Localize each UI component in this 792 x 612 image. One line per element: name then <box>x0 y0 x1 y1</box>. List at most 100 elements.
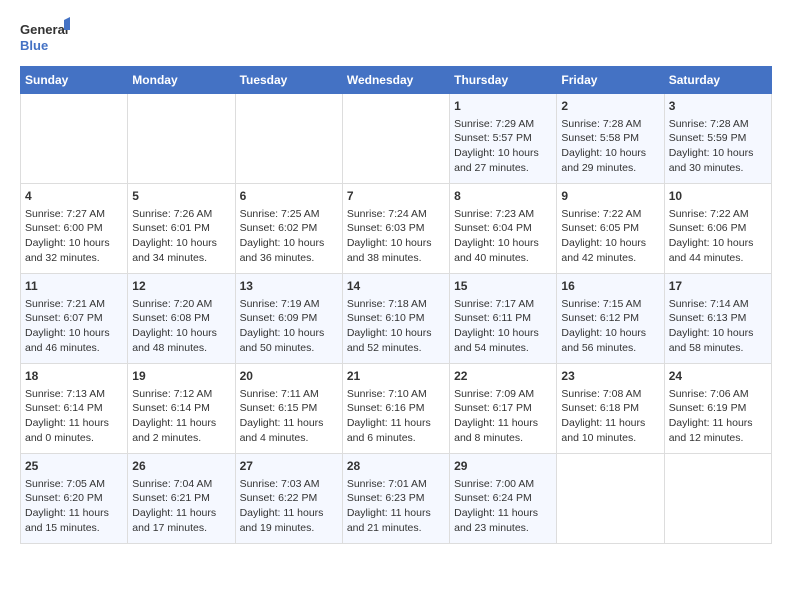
calendar-cell: 26 Sunrise: 7:04 AM Sunset: 6:21 PM Dayli… <box>128 454 235 544</box>
day-number: 29 <box>454 458 552 475</box>
day-info: Sunrise: 7:03 AM Sunset: 6:22 PM Dayligh… <box>240 477 338 536</box>
day-number: 26 <box>132 458 230 475</box>
day-number: 23 <box>561 368 659 385</box>
calendar-week-2: 4 Sunrise: 7:27 AM Sunset: 6:00 PM Daylig… <box>21 184 772 274</box>
day-info: Sunrise: 7:25 AM Sunset: 6:02 PM Dayligh… <box>240 207 338 266</box>
calendar-cell: 4 Sunrise: 7:27 AM Sunset: 6:00 PM Daylig… <box>21 184 128 274</box>
col-header-thursday: Thursday <box>450 67 557 94</box>
day-number: 1 <box>454 98 552 115</box>
day-info: Sunrise: 7:05 AM Sunset: 6:20 PM Dayligh… <box>25 477 123 536</box>
calendar-week-4: 18 Sunrise: 7:13 AM Sunset: 6:14 PM Dayli… <box>21 364 772 454</box>
calendar-cell <box>557 454 664 544</box>
calendar-cell: 9 Sunrise: 7:22 AM Sunset: 6:05 PM Daylig… <box>557 184 664 274</box>
calendar-cell: 13 Sunrise: 7:19 AM Sunset: 6:09 PM Dayli… <box>235 274 342 364</box>
logo: General Blue <box>20 16 70 56</box>
day-info: Sunrise: 7:28 AM Sunset: 5:58 PM Dayligh… <box>561 117 659 176</box>
calendar-table: SundayMondayTuesdayWednesdayThursdayFrid… <box>20 66 772 544</box>
calendar-cell: 10 Sunrise: 7:22 AM Sunset: 6:06 PM Dayli… <box>664 184 771 274</box>
calendar-cell: 18 Sunrise: 7:13 AM Sunset: 6:14 PM Dayli… <box>21 364 128 454</box>
day-number: 27 <box>240 458 338 475</box>
day-number: 5 <box>132 188 230 205</box>
day-number: 19 <box>132 368 230 385</box>
day-number: 10 <box>669 188 767 205</box>
day-number: 16 <box>561 278 659 295</box>
day-info: Sunrise: 7:15 AM Sunset: 6:12 PM Dayligh… <box>561 297 659 356</box>
calendar-cell <box>342 94 449 184</box>
calendar-cell <box>235 94 342 184</box>
day-number: 22 <box>454 368 552 385</box>
day-number: 17 <box>669 278 767 295</box>
calendar-cell: 1 Sunrise: 7:29 AM Sunset: 5:57 PM Daylig… <box>450 94 557 184</box>
day-info: Sunrise: 7:18 AM Sunset: 6:10 PM Dayligh… <box>347 297 445 356</box>
day-info: Sunrise: 7:29 AM Sunset: 5:57 PM Dayligh… <box>454 117 552 176</box>
calendar-cell: 14 Sunrise: 7:18 AM Sunset: 6:10 PM Dayli… <box>342 274 449 364</box>
calendar-cell: 2Sunrise: 7:28 AM Sunset: 5:58 PM Daylig… <box>557 94 664 184</box>
col-header-tuesday: Tuesday <box>235 67 342 94</box>
calendar-cell: 8 Sunrise: 7:23 AM Sunset: 6:04 PM Daylig… <box>450 184 557 274</box>
svg-text:Blue: Blue <box>20 38 48 53</box>
day-info: Sunrise: 7:12 AM Sunset: 6:14 PM Dayligh… <box>132 387 230 446</box>
day-number: 24 <box>669 368 767 385</box>
svg-text:General: General <box>20 22 68 37</box>
col-header-friday: Friday <box>557 67 664 94</box>
calendar-header-row: SundayMondayTuesdayWednesdayThursdayFrid… <box>21 67 772 94</box>
calendar-cell: 25 Sunrise: 7:05 AM Sunset: 6:20 PM Dayli… <box>21 454 128 544</box>
day-info: Sunrise: 7:00 AM Sunset: 6:24 PM Dayligh… <box>454 477 552 536</box>
calendar-cell: 16 Sunrise: 7:15 AM Sunset: 6:12 PM Dayli… <box>557 274 664 364</box>
calendar-cell: 15 Sunrise: 7:17 AM Sunset: 6:11 PM Dayli… <box>450 274 557 364</box>
logo-svg: General Blue <box>20 16 70 56</box>
day-info: Sunrise: 7:14 AM Sunset: 6:13 PM Dayligh… <box>669 297 767 356</box>
col-header-saturday: Saturday <box>664 67 771 94</box>
day-number: 13 <box>240 278 338 295</box>
day-info: Sunrise: 7:10 AM Sunset: 6:16 PM Dayligh… <box>347 387 445 446</box>
calendar-cell: 3Sunrise: 7:28 AM Sunset: 5:59 PM Daylig… <box>664 94 771 184</box>
calendar-cell <box>21 94 128 184</box>
day-number: 25 <box>25 458 123 475</box>
day-info: Sunrise: 7:28 AM Sunset: 5:59 PM Dayligh… <box>669 117 767 176</box>
day-info: Sunrise: 7:08 AM Sunset: 6:18 PM Dayligh… <box>561 387 659 446</box>
calendar-cell: 29 Sunrise: 7:00 AM Sunset: 6:24 PM Dayli… <box>450 454 557 544</box>
calendar-cell: 23 Sunrise: 7:08 AM Sunset: 6:18 PM Dayli… <box>557 364 664 454</box>
day-info: Sunrise: 7:19 AM Sunset: 6:09 PM Dayligh… <box>240 297 338 356</box>
day-number: 4 <box>25 188 123 205</box>
calendar-cell: 28Sunrise: 7:01 AM Sunset: 6:23 PM Dayli… <box>342 454 449 544</box>
day-info: Sunrise: 7:13 AM Sunset: 6:14 PM Dayligh… <box>25 387 123 446</box>
day-number: 9 <box>561 188 659 205</box>
calendar-cell: 6Sunrise: 7:25 AM Sunset: 6:02 PM Daylig… <box>235 184 342 274</box>
day-info: Sunrise: 7:23 AM Sunset: 6:04 PM Dayligh… <box>454 207 552 266</box>
day-info: Sunrise: 7:06 AM Sunset: 6:19 PM Dayligh… <box>669 387 767 446</box>
calendar-cell: 21 Sunrise: 7:10 AM Sunset: 6:16 PM Dayli… <box>342 364 449 454</box>
calendar-week-5: 25 Sunrise: 7:05 AM Sunset: 6:20 PM Dayli… <box>21 454 772 544</box>
day-number: 18 <box>25 368 123 385</box>
day-info: Sunrise: 7:22 AM Sunset: 6:05 PM Dayligh… <box>561 207 659 266</box>
day-info: Sunrise: 7:01 AM Sunset: 6:23 PM Dayligh… <box>347 477 445 536</box>
col-header-wednesday: Wednesday <box>342 67 449 94</box>
calendar-week-3: 11 Sunrise: 7:21 AM Sunset: 6:07 PM Dayli… <box>21 274 772 364</box>
calendar-cell: 19 Sunrise: 7:12 AM Sunset: 6:14 PM Dayli… <box>128 364 235 454</box>
calendar-cell: 7Sunrise: 7:24 AM Sunset: 6:03 PM Daylig… <box>342 184 449 274</box>
day-number: 12 <box>132 278 230 295</box>
day-info: Sunrise: 7:11 AM Sunset: 6:15 PM Dayligh… <box>240 387 338 446</box>
day-info: Sunrise: 7:21 AM Sunset: 6:07 PM Dayligh… <box>25 297 123 356</box>
col-header-sunday: Sunday <box>21 67 128 94</box>
day-number: 8 <box>454 188 552 205</box>
header: General Blue <box>20 16 772 56</box>
calendar-cell: 17 Sunrise: 7:14 AM Sunset: 6:13 PM Dayli… <box>664 274 771 364</box>
day-number: 14 <box>347 278 445 295</box>
day-info: Sunrise: 7:22 AM Sunset: 6:06 PM Dayligh… <box>669 207 767 266</box>
day-info: Sunrise: 7:04 AM Sunset: 6:21 PM Dayligh… <box>132 477 230 536</box>
calendar-cell <box>128 94 235 184</box>
calendar-cell: 5Sunrise: 7:26 AM Sunset: 6:01 PM Daylig… <box>128 184 235 274</box>
calendar-cell: 11 Sunrise: 7:21 AM Sunset: 6:07 PM Dayli… <box>21 274 128 364</box>
calendar-cell: 27 Sunrise: 7:03 AM Sunset: 6:22 PM Dayli… <box>235 454 342 544</box>
calendar-cell: 22 Sunrise: 7:09 AM Sunset: 6:17 PM Dayli… <box>450 364 557 454</box>
calendar-cell: 20Sunrise: 7:11 AM Sunset: 6:15 PM Dayli… <box>235 364 342 454</box>
col-header-monday: Monday <box>128 67 235 94</box>
day-number: 15 <box>454 278 552 295</box>
day-info: Sunrise: 7:17 AM Sunset: 6:11 PM Dayligh… <box>454 297 552 356</box>
calendar-cell: 12Sunrise: 7:20 AM Sunset: 6:08 PM Dayli… <box>128 274 235 364</box>
day-number: 21 <box>347 368 445 385</box>
day-info: Sunrise: 7:09 AM Sunset: 6:17 PM Dayligh… <box>454 387 552 446</box>
day-number: 11 <box>25 278 123 295</box>
day-info: Sunrise: 7:27 AM Sunset: 6:00 PM Dayligh… <box>25 207 123 266</box>
